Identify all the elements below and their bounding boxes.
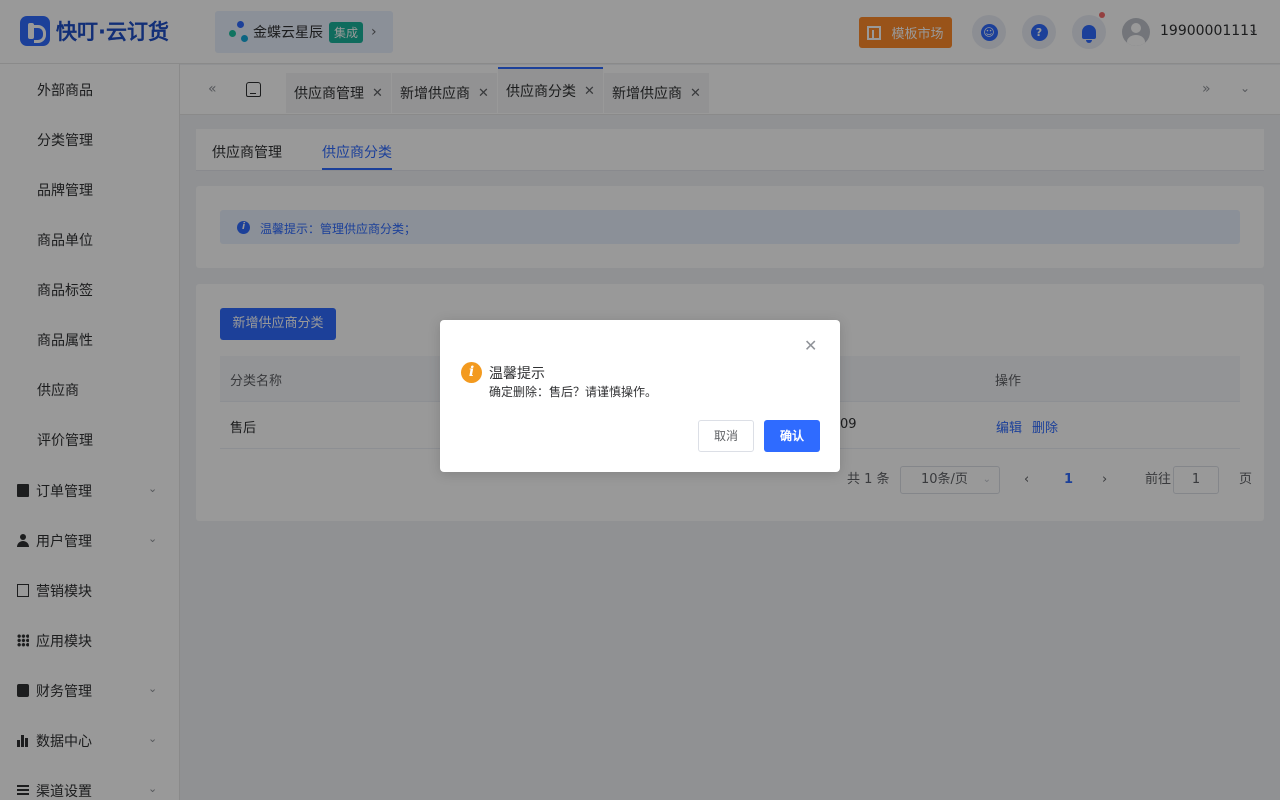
dialog-message: 确定删除：售后？请谨慎操作。 xyxy=(489,385,658,399)
dialog-title: 温馨提示 xyxy=(489,366,545,382)
warning-info-icon: i xyxy=(461,362,482,383)
close-icon[interactable]: ✕ xyxy=(804,338,817,354)
confirm-button[interactable]: 确认 xyxy=(764,420,820,452)
cancel-button[interactable]: 取消 xyxy=(698,420,754,452)
confirm-dialog: ✕ i 温馨提示 确定删除：售后？请谨慎操作。 取消 确认 xyxy=(440,320,840,472)
